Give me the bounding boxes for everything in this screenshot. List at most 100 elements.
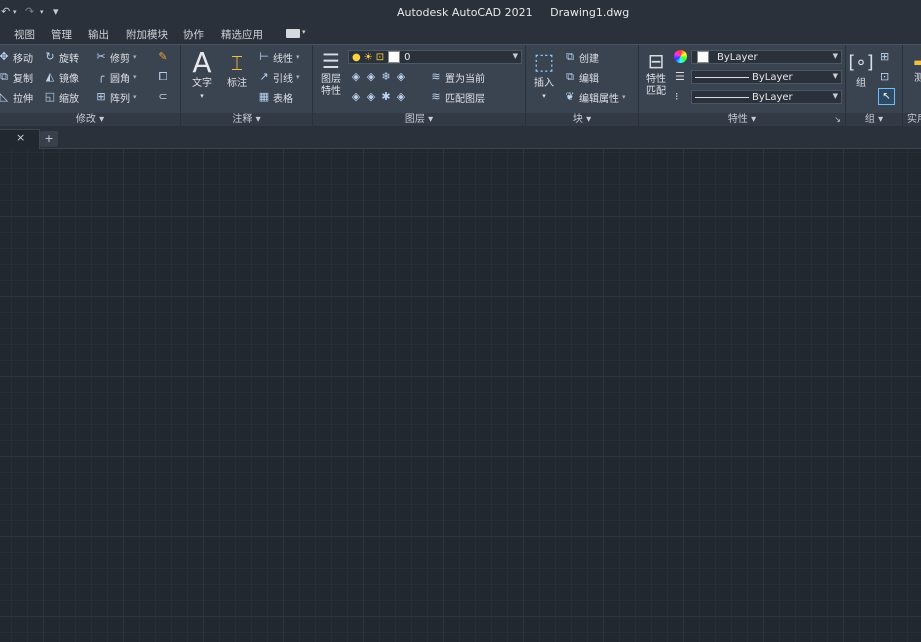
layer-off-icon[interactable]: ◈ xyxy=(350,91,362,103)
redo-dropdown-icon[interactable]: ▾ xyxy=(40,8,44,16)
layer-tools-row2: ◈ ◈ ✱ ◈ xyxy=(350,89,410,105)
file-name: Drawing1.dwg xyxy=(550,6,630,19)
layer-freeze-icon[interactable]: ❄ xyxy=(380,71,392,83)
undo-icon[interactable]: ↶ xyxy=(1,5,10,18)
move-button[interactable]: ✥ 移动 xyxy=(0,49,33,65)
leader-dropdown-icon[interactable]: ▾ xyxy=(296,73,300,81)
erase-icon: ✎ xyxy=(158,50,168,63)
annotation-panel-label[interactable]: 注释 ▾ xyxy=(181,113,312,127)
ribbon: ✥ 移动 ↻ 旋转 ✂ 修剪 ▾ ✎ ⧉ 复制 ◭ 镜像 ╭ 圆角 ▾ ⧠ ◺ 拉伸 ◱ 缩放 ⊞ 阵… xyxy=(0,44,921,127)
fillet-button[interactable]: ╭ 圆角 ▾ xyxy=(95,69,137,85)
make-current-icon: ≋ xyxy=(431,70,441,83)
edit-block-button[interactable]: ⧉ 编辑 xyxy=(564,69,599,85)
layer-dropdown[interactable]: ● ☀ ⊡ 0 ▼ xyxy=(348,50,522,64)
color-wheel-icon[interactable] xyxy=(674,50,687,63)
dimension-button[interactable]: ⌶ 标注 xyxy=(221,48,253,90)
explode-button[interactable]: ⧠ xyxy=(157,69,172,85)
ribbon-tab-bar: 视图 管理 输出 附加模块 协作 精选应用 ▾ xyxy=(0,26,921,44)
drawing-canvas[interactable] xyxy=(0,149,921,642)
measure-icon: ▬ xyxy=(913,55,921,69)
tab-view[interactable]: 视图 xyxy=(14,27,35,42)
layer-isolate-icon[interactable]: ◈ xyxy=(350,71,362,83)
copy-icon: ⧉ xyxy=(0,70,8,83)
new-tab-button[interactable]: + xyxy=(40,131,58,147)
lineweight-icon: ☰ xyxy=(675,70,685,83)
layer-thaw-all-icon[interactable]: ✱ xyxy=(380,91,392,103)
linear-dimension-button[interactable]: ⊢ 线性 ▾ xyxy=(258,49,300,65)
text-dropdown-icon[interactable]: ▾ xyxy=(187,90,217,102)
make-current-button[interactable]: ≋ 置为当前 xyxy=(430,69,485,85)
layer-unlock-icon: ⊡ xyxy=(375,51,385,63)
lineweight-dropdown[interactable]: ByLayer ▼ xyxy=(691,70,842,84)
edit-attributes-button[interactable]: ❦ 编辑属性 ▾ xyxy=(564,89,626,105)
trim-dropdown-icon[interactable]: ▾ xyxy=(133,53,137,61)
measure-button[interactable]: ▬ 测 xyxy=(906,51,921,85)
array-button[interactable]: ⊞ 阵列 ▾ xyxy=(95,89,137,105)
app-name: Autodesk AutoCAD 2021 xyxy=(397,6,533,19)
layer-properties-button[interactable]: ☰ 图层 特性 xyxy=(316,48,346,98)
scale-button[interactable]: ◱ 缩放 xyxy=(44,89,79,105)
annotation-panel: A 文字 ▾ ⌶ 标注 ⊢ 线性 ▾ ↗ 引线 ▾ ▦ 表格 注释 ▾ xyxy=(181,45,313,127)
layer-unlock-all-icon[interactable]: ◈ xyxy=(395,91,407,103)
stretch-button[interactable]: ◺ 拉伸 xyxy=(0,89,33,105)
block-panel-label[interactable]: 块 ▾ xyxy=(526,113,638,127)
color-dropdown[interactable]: ByLayer ▼ xyxy=(691,50,842,64)
group-button[interactable]: [∘] 组 xyxy=(848,48,874,90)
redo-icon[interactable]: ↷ xyxy=(25,5,34,18)
group-selection-toggle-icon[interactable]: ↖ xyxy=(878,88,895,105)
tab-featured-apps[interactable]: 精选应用 xyxy=(221,27,263,42)
leader-button[interactable]: ↗ 引线 ▾ xyxy=(258,69,300,85)
rotate-button[interactable]: ↻ 旋转 xyxy=(44,49,79,65)
linetype-icon: ⁝ xyxy=(675,90,679,103)
ribbon-minimize-icon[interactable] xyxy=(286,29,300,38)
modify-panel: ✥ 移动 ↻ 旋转 ✂ 修剪 ▾ ✎ ⧉ 复制 ◭ 镜像 ╭ 圆角 ▾ ⧠ ◺ 拉伸 ◱ 缩放 ⊞ 阵… xyxy=(0,45,181,127)
insert-dropdown-icon[interactable]: ▾ xyxy=(528,90,560,102)
linear-dropdown-icon[interactable]: ▾ xyxy=(296,53,300,61)
tab-output[interactable]: 输出 xyxy=(88,27,109,42)
close-tab-icon[interactable]: × xyxy=(16,131,25,144)
mirror-button[interactable]: ◭ 镜像 xyxy=(44,69,79,85)
properties-panel-label[interactable]: 特性 ▾ ↘ xyxy=(639,113,845,127)
layer-unisolate-icon[interactable]: ◈ xyxy=(365,71,377,83)
edit-attributes-dropdown-icon[interactable]: ▾ xyxy=(622,93,626,101)
layers-panel-label[interactable]: 图层 ▾ xyxy=(313,113,525,127)
create-block-button[interactable]: ⧉ 创建 xyxy=(564,49,599,65)
layer-walk-icon[interactable]: ◈ xyxy=(365,91,377,103)
match-properties-button[interactable]: ⊟ 特性 匹配 xyxy=(641,48,671,98)
properties-panel: ⊟ 特性 匹配 ☰ ⁝ ByLayer ▼ ByLayer ▼ ByLayer … xyxy=(639,45,846,127)
group-edit-icon[interactable]: ⊡ xyxy=(880,70,889,83)
leader-icon: ↗ xyxy=(259,70,269,83)
fillet-dropdown-icon[interactable]: ▾ xyxy=(133,73,137,81)
erase-button[interactable]: ✎ xyxy=(157,49,172,65)
modify-panel-label[interactable]: 修改 ▾ xyxy=(0,113,180,127)
title-bar: ↶ ▾ ↷ ▾ ▾ Autodesk AutoCAD 2021 Drawing1… xyxy=(0,0,921,26)
layer-thaw-icon: ☀ xyxy=(363,51,373,63)
ungroup-icon[interactable]: ⊞ xyxy=(880,50,889,63)
lineweight-dropdown-arrow-icon: ▼ xyxy=(832,72,838,80)
file-tab-drawing1[interactable]: × xyxy=(0,129,40,149)
tab-addins[interactable]: 附加模块 xyxy=(126,27,168,42)
undo-dropdown-icon[interactable]: ▾ xyxy=(13,8,17,16)
ribbon-minimize-dropdown-icon[interactable]: ▾ xyxy=(302,28,306,36)
properties-dialog-launcher-icon[interactable]: ↘ xyxy=(834,113,841,127)
layer-lock-icon[interactable]: ◈ xyxy=(395,71,407,83)
array-dropdown-icon[interactable]: ▾ xyxy=(133,93,137,101)
copy-button[interactable]: ⧉ 复制 xyxy=(0,69,33,85)
current-layer-name: 0 xyxy=(404,51,411,63)
edit-block-icon: ⧉ xyxy=(566,70,574,83)
trim-button[interactable]: ✂ 修剪 ▾ xyxy=(95,49,137,65)
groups-panel-label[interactable]: 组 ▾ xyxy=(846,113,902,127)
tab-manage[interactable]: 管理 xyxy=(51,27,72,42)
insert-block-button[interactable]: ⬚ 插入 ▾ xyxy=(528,48,560,102)
linetype-dropdown[interactable]: ByLayer ▼ xyxy=(691,90,842,104)
text-button[interactable]: A 文字 ▾ xyxy=(187,48,217,102)
match-layer-button[interactable]: ≋ 匹配图层 xyxy=(430,89,485,105)
table-button[interactable]: ▦ 表格 xyxy=(258,89,293,105)
customize-quick-access-icon[interactable]: ▾ xyxy=(53,5,59,18)
tab-collaborate[interactable]: 协作 xyxy=(183,27,204,42)
edit-attributes-icon: ❦ xyxy=(565,90,575,103)
layer-dropdown-arrow-icon: ▼ xyxy=(512,52,518,60)
text-icon: A xyxy=(192,46,212,79)
offset-button[interactable]: ⊂ xyxy=(157,89,172,105)
utilities-panel-label[interactable]: 实用 xyxy=(903,113,921,127)
